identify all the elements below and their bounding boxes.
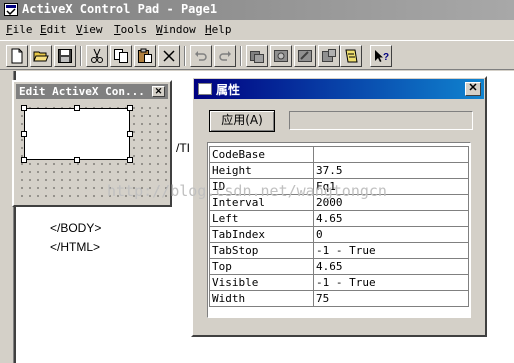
property-row[interactable]: TabStop -1 - True xyxy=(209,242,469,259)
property-value: 4.65 xyxy=(313,210,469,227)
properties-title: 属性 xyxy=(216,83,241,97)
property-name: TabStop xyxy=(209,242,314,259)
property-row[interactable]: Width 75 xyxy=(209,290,469,307)
property-value: 37.5 xyxy=(313,162,469,179)
property-table: CodeBase Height 37.5 ID Fq1 Interval 2000 L… xyxy=(209,146,469,307)
edit-window-title-bar[interactable]: Edit ActiveX Con... ✕ xyxy=(16,84,168,99)
script-wizard-icon[interactable] xyxy=(340,45,362,67)
property-name: Width xyxy=(209,290,314,307)
help-pointer-icon[interactable]: ? xyxy=(370,45,392,67)
property-row[interactable]: CodeBase xyxy=(209,146,469,163)
code-line-html-close: </HTML> xyxy=(50,240,101,254)
resize-handle[interactable] xyxy=(127,131,133,137)
activex-control[interactable] xyxy=(24,108,130,160)
property-name: Left xyxy=(209,210,314,227)
resize-handle[interactable] xyxy=(21,105,27,111)
resize-handle[interactable] xyxy=(21,131,27,137)
property-value: 75 xyxy=(313,290,469,307)
edit-layout-icon[interactable] xyxy=(318,45,340,67)
menu-edit[interactable]: Edit xyxy=(40,23,67,36)
insert-control-icon[interactable] xyxy=(246,45,268,67)
resize-handle[interactable] xyxy=(21,157,27,163)
property-row[interactable]: TabIndex 0 xyxy=(209,226,469,243)
menu-tools[interactable]: Tools xyxy=(114,23,147,36)
code-partial-tag: /TI xyxy=(176,141,190,155)
new-file-icon[interactable] xyxy=(6,45,28,67)
resize-handle[interactable] xyxy=(74,157,80,163)
menu-view[interactable]: View xyxy=(76,23,103,36)
property-name: Height xyxy=(209,162,314,179)
insert-layout-icon[interactable] xyxy=(270,45,292,67)
menu-window[interactable]: Window xyxy=(156,23,196,36)
open-folder-icon[interactable] xyxy=(30,45,52,67)
copy-icon[interactable] xyxy=(110,45,132,67)
property-row[interactable]: Top 4.65 xyxy=(209,258,469,275)
paste-icon[interactable] xyxy=(134,45,156,67)
property-value: 0 xyxy=(313,226,469,243)
delete-icon[interactable] xyxy=(158,45,180,67)
toolbar: ? xyxy=(0,40,514,70)
apply-button[interactable]: 应用(A) xyxy=(209,110,275,132)
close-icon[interactable]: ✕ xyxy=(152,86,165,97)
cut-icon[interactable] xyxy=(86,45,108,67)
property-name: TabIndex xyxy=(209,226,314,243)
edit-control-icon[interactable] xyxy=(294,45,316,67)
property-row[interactable]: Height 37.5 xyxy=(209,162,469,179)
undo-icon[interactable] xyxy=(190,45,212,67)
watermark-text: http://blog.csdn.net/wangtongcn xyxy=(107,182,387,200)
property-row[interactable]: Visible -1 - True xyxy=(209,274,469,291)
property-row[interactable]: Left 4.65 xyxy=(209,210,469,227)
property-name: CodeBase xyxy=(209,146,314,163)
title-bar: ActiveX Control Pad - Page1 xyxy=(0,0,514,20)
resize-handle[interactable] xyxy=(74,105,80,111)
close-icon[interactable]: ✕ xyxy=(465,82,481,96)
properties-window[interactable]: 属性 ✕ 应用(A) CodeBase Height 37.5 ID Fq1 Int… xyxy=(191,76,487,337)
redo-icon[interactable] xyxy=(214,45,236,67)
menu-bar: File Edit View Tools Window Help xyxy=(0,20,514,40)
menu-file[interactable]: File xyxy=(6,23,33,36)
resize-handle[interactable] xyxy=(127,105,133,111)
property-name: Visible xyxy=(209,274,314,291)
property-list[interactable]: CodeBase Height 37.5 ID Fq1 Interval 2000 L… xyxy=(207,142,471,318)
window-title: ActiveX Control Pad - Page1 xyxy=(22,2,218,16)
svg-text:?: ? xyxy=(383,52,389,63)
resize-handle[interactable] xyxy=(127,157,133,163)
toolbar-separator xyxy=(240,46,242,66)
toolbar-separator xyxy=(184,46,186,66)
save-icon[interactable] xyxy=(54,45,76,67)
code-line-body-close: </BODY> xyxy=(50,221,102,235)
property-value: 4.65 xyxy=(313,258,469,275)
property-value-input[interactable] xyxy=(289,111,473,130)
property-name: Top xyxy=(209,258,314,275)
toolbar-separator xyxy=(80,46,82,66)
menu-help[interactable]: Help xyxy=(205,23,232,36)
property-value xyxy=(313,146,469,163)
property-value: -1 - True xyxy=(313,242,469,259)
property-value: -1 - True xyxy=(313,274,469,291)
app-icon xyxy=(4,3,18,16)
edit-window-title: Edit ActiveX Con... xyxy=(19,85,145,98)
properties-title-bar[interactable]: 属性 ✕ xyxy=(194,79,484,99)
window-icon xyxy=(198,83,212,95)
